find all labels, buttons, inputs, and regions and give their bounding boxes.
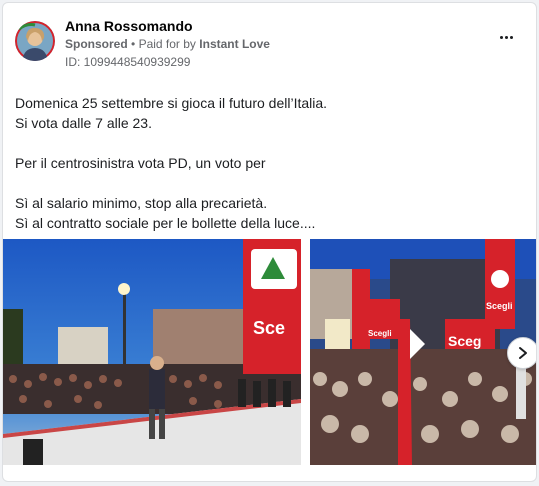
- ad-meta-line: Sponsored • Paid for by Instant Love: [65, 37, 270, 51]
- ad-body-text: Domenica 25 settembre si gioca il futuro…: [15, 93, 525, 233]
- body-line: Per il centrosinistra vota PD, un voto p…: [15, 155, 266, 171]
- ad-id: ID: 1099448540939299: [65, 55, 191, 69]
- advertiser-name[interactable]: Anna Rossomando: [65, 18, 193, 34]
- ad-card: Anna Rossomando Sponsored • Paid for by …: [2, 2, 537, 482]
- body-line: Sì al salario minimo, stop alla precarie…: [15, 195, 268, 211]
- sponsored-label: Sponsored: [65, 37, 128, 51]
- body-line: Sì al contratto sociale per le bollette …: [15, 215, 316, 231]
- sign-text-right-mid: Scegli: [368, 329, 392, 338]
- sign-text-left: Sce: [253, 318, 285, 338]
- body-line: Si vota dalle 7 alle 23.: [15, 115, 152, 131]
- media-carousel: Sce Scegli Scegli Sceg: [3, 239, 536, 465]
- body-line: Domenica 25 settembre si gioca il futuro…: [15, 95, 328, 111]
- sign-text-right-top: Scegli: [486, 301, 513, 311]
- paid-for-prefix: Paid for by: [138, 37, 196, 51]
- more-options-button[interactable]: [496, 29, 516, 45]
- advertiser-avatar[interactable]: [15, 21, 55, 61]
- paid-for-name[interactable]: Instant Love: [199, 37, 270, 51]
- chevron-right-icon: [519, 347, 527, 359]
- more-horizontal-icon: [499, 35, 514, 39]
- sign-text-right-banner: Sceg: [448, 333, 481, 349]
- carousel-image-2[interactable]: Scegli Scegli Sceg: [310, 239, 536, 465]
- carousel-next-button[interactable]: [507, 337, 536, 369]
- carousel-image-1[interactable]: Sce: [3, 239, 301, 465]
- meta-separator: •: [131, 37, 136, 51]
